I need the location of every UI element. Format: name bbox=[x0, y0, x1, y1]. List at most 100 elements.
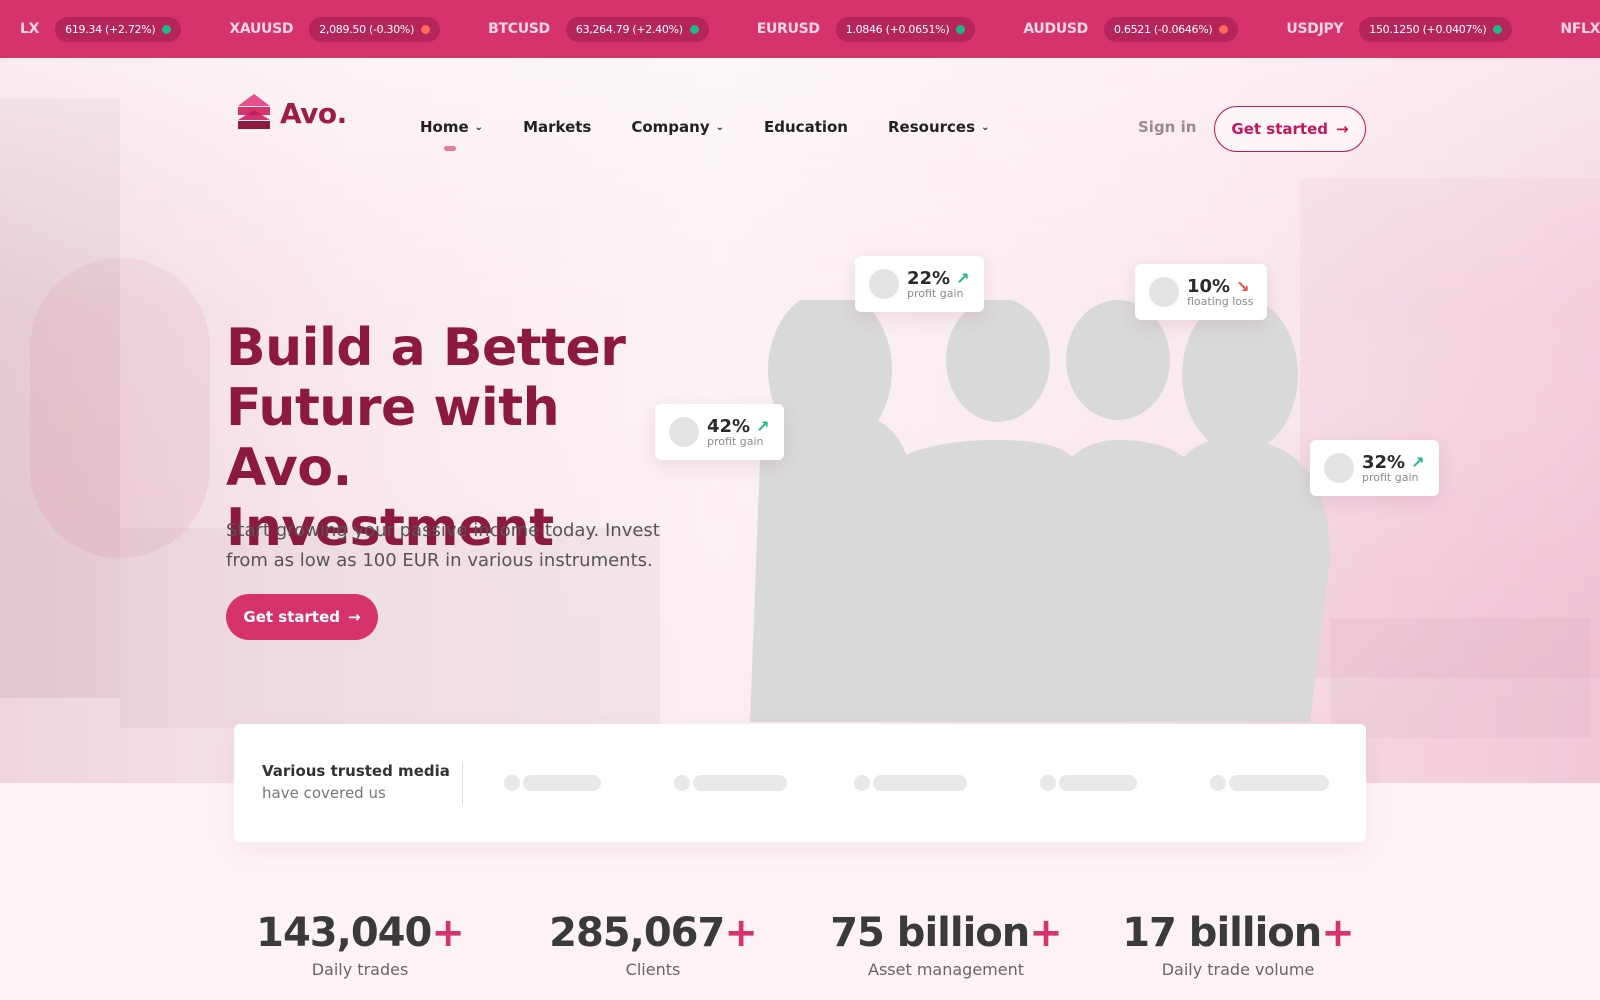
media-logo bbox=[854, 774, 967, 792]
profit-card: 22% ↗ profit gain bbox=[855, 256, 984, 312]
ticker-item[interactable]: USDJPY 150.1250 (+0.0407%) bbox=[1286, 16, 1513, 42]
divider bbox=[462, 761, 463, 805]
stat-value: 143,040+ bbox=[230, 910, 490, 956]
media-logo bbox=[1040, 774, 1137, 792]
ticker-symbol: AUDUSD bbox=[1023, 21, 1088, 37]
stat-daily-trade-volume: 17 billion+ Daily trade volume bbox=[1108, 910, 1368, 979]
logo-placeholder-bar bbox=[693, 775, 787, 791]
sign-in-link[interactable]: Sign in bbox=[1138, 118, 1196, 136]
avatar bbox=[1149, 277, 1179, 307]
ticker-item[interactable]: XAUUSD 2,089.50 (-0.30%) bbox=[229, 16, 441, 42]
nav-education[interactable]: Education bbox=[764, 118, 848, 136]
card-percentage: 22% bbox=[907, 268, 951, 289]
ticker-item[interactable]: LX 619.34 (+2.72%) bbox=[20, 16, 182, 42]
nav-label: Resources bbox=[888, 118, 976, 136]
ticker-value: 2,089.50 (-0.30%) bbox=[319, 22, 415, 36]
stat-value: 75 billion+ bbox=[816, 910, 1076, 956]
hero-title-line: Build a Better bbox=[226, 318, 626, 378]
hero-title-line: Future with Avo. bbox=[226, 378, 560, 498]
ticker-price: 0.6521 (-0.0646%) bbox=[1104, 16, 1239, 42]
ticker-price: 63,264.79 (+2.40%) bbox=[565, 16, 709, 42]
stat-value: 285,067+ bbox=[523, 910, 783, 956]
stat-label: Asset management bbox=[868, 960, 1024, 979]
ticker-price: 150.1250 (+0.0407%) bbox=[1359, 16, 1513, 42]
active-indicator bbox=[444, 146, 456, 151]
stat-number: 285,067 bbox=[549, 910, 725, 956]
main-menu: Home ⌄ Markets Company ⌄ Education Resourc… bbox=[420, 118, 1029, 151]
hero-subtitle: Start growing your passive income today.… bbox=[226, 520, 660, 571]
ticker-price: 1.0846 (+0.0651%) bbox=[835, 16, 976, 42]
logo-placeholder-bar bbox=[1059, 775, 1137, 791]
ticker-item[interactable]: BTCUSD 63,264.79 (+2.40%) bbox=[488, 16, 709, 42]
ticker-value: 1.0846 (+0.0651%) bbox=[845, 22, 950, 36]
avatar bbox=[1324, 453, 1354, 483]
down-indicator-icon bbox=[1219, 24, 1229, 34]
logo-text: Avo. bbox=[280, 96, 347, 130]
logo-placeholder-bar bbox=[1229, 775, 1329, 791]
logo-placeholder-icon bbox=[504, 775, 520, 791]
nav-label: Company bbox=[631, 118, 710, 136]
arrow-right-icon: → bbox=[348, 608, 361, 626]
up-indicator-icon bbox=[689, 24, 699, 34]
logo-placeholder-bar bbox=[523, 775, 601, 791]
card-label: profit gain bbox=[707, 435, 764, 448]
ticker-value: 63,264.79 (+2.40%) bbox=[575, 22, 683, 36]
card-percentage: 42% bbox=[707, 416, 751, 437]
logo[interactable]: Avo. bbox=[234, 92, 347, 134]
ticker-symbol: NFLX bbox=[1560, 21, 1600, 37]
chevron-down-icon: ⌄ bbox=[715, 121, 725, 133]
ticker-symbol: USDJPY bbox=[1286, 21, 1344, 37]
loss-card: 10% ↘ floating loss bbox=[1135, 264, 1268, 320]
nav-markets[interactable]: Markets bbox=[523, 118, 591, 136]
nav-company[interactable]: Company ⌄ bbox=[631, 118, 724, 136]
card-percentage: 32% bbox=[1362, 452, 1406, 473]
plus-icon: + bbox=[1321, 910, 1355, 956]
people-illustration bbox=[750, 290, 1370, 726]
media-logo bbox=[1210, 774, 1329, 792]
nav-home[interactable]: Home ⌄ bbox=[420, 118, 483, 151]
ticker-value: 150.1250 (+0.0407%) bbox=[1369, 22, 1487, 36]
card-percentage: 10% bbox=[1187, 276, 1231, 297]
ticker-price: 2,089.50 (-0.30%) bbox=[309, 16, 441, 42]
logo-placeholder-bar bbox=[873, 775, 967, 791]
logo-placeholder-icon bbox=[854, 775, 870, 791]
stat-number: 17 billion bbox=[1122, 910, 1322, 956]
ticker-item[interactable]: AUDUSD 0.6521 (-0.0646%) bbox=[1023, 16, 1239, 42]
nav-resources[interactable]: Resources ⌄ bbox=[888, 118, 989, 136]
trend-up-icon: ↗ bbox=[1411, 453, 1425, 472]
avatar bbox=[869, 269, 899, 299]
ticker-item[interactable]: EURUSD 1.0846 (+0.0651%) bbox=[757, 16, 976, 42]
ticker-symbol: BTCUSD bbox=[488, 21, 550, 37]
top-navigation: Avo. Home ⌄ Markets Company ⌄ Education Re… bbox=[0, 58, 1600, 198]
logo-icon bbox=[234, 92, 274, 134]
logo-placeholder-icon bbox=[1040, 775, 1056, 791]
nav-label: Markets bbox=[523, 118, 592, 136]
down-indicator-icon bbox=[421, 24, 431, 34]
profit-card: 32% ↗ profit gain bbox=[1310, 440, 1439, 496]
stat-label: Daily trades bbox=[311, 960, 409, 979]
media-title: Various trusted media bbox=[262, 762, 450, 780]
button-label: Get started bbox=[243, 608, 340, 626]
card-label: floating loss bbox=[1187, 295, 1254, 308]
button-label: Get started bbox=[1231, 120, 1328, 138]
ticker-item[interactable]: NFLX bbox=[1560, 21, 1600, 37]
stat-label: Daily trade volume bbox=[1161, 960, 1315, 979]
arrow-right-icon: → bbox=[1336, 120, 1349, 138]
get-started-button[interactable]: Get started → bbox=[1214, 106, 1366, 152]
media-subtitle: have covered us bbox=[262, 784, 386, 802]
stat-label: Clients bbox=[625, 960, 681, 979]
trend-down-icon: ↘ bbox=[1236, 277, 1250, 296]
card-label: profit gain bbox=[1362, 471, 1419, 484]
stat-value: 17 billion+ bbox=[1108, 910, 1368, 956]
stat-asset-management: 75 billion+ Asset management bbox=[816, 910, 1076, 979]
ticker-price: 619.34 (+2.72%) bbox=[55, 16, 182, 42]
trend-up-icon: ↗ bbox=[956, 269, 970, 288]
profit-card: 42% ↗ profit gain bbox=[655, 404, 784, 460]
hero-get-started-button[interactable]: Get started → bbox=[226, 594, 378, 640]
chevron-down-icon: ⌄ bbox=[981, 121, 990, 133]
trusted-media-panel: Various trusted media have covered us bbox=[234, 724, 1366, 842]
trend-up-icon: ↗ bbox=[756, 417, 770, 436]
stat-number: 75 billion bbox=[830, 910, 1030, 956]
up-indicator-icon bbox=[1493, 24, 1503, 34]
media-logo bbox=[674, 774, 787, 792]
